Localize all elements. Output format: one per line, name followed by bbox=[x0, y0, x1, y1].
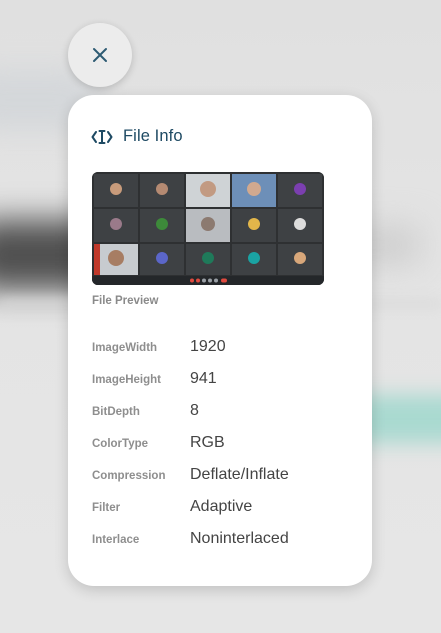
panel-header: File Info bbox=[91, 127, 183, 146]
info-value: Deflate/Inflate bbox=[190, 466, 289, 483]
panel-title: File Info bbox=[123, 127, 183, 145]
info-value: Noninterlaced bbox=[190, 530, 289, 547]
close-button[interactable] bbox=[68, 23, 132, 87]
info-row-image-height: ImageHeight 941 bbox=[92, 363, 352, 395]
info-key: Compression bbox=[92, 470, 166, 482]
info-value: 1920 bbox=[190, 338, 226, 355]
info-row-compression: Compression Deflate/Inflate bbox=[92, 459, 352, 491]
info-key: ImageHeight bbox=[92, 374, 162, 386]
file-info-panel: File Info File Preview ImageWidth 1920 I… bbox=[68, 95, 372, 586]
info-value: 8 bbox=[190, 402, 199, 419]
file-info-list: ImageWidth 1920 ImageHeight 941 BitDepth… bbox=[92, 331, 352, 555]
preview-label: File Preview bbox=[92, 295, 159, 307]
close-icon bbox=[93, 48, 107, 62]
info-key: BitDepth bbox=[92, 406, 140, 418]
file-preview-image[interactable] bbox=[92, 172, 324, 285]
info-value: 941 bbox=[190, 370, 217, 387]
info-value: RGB bbox=[190, 434, 225, 451]
code-cursor-icon bbox=[91, 129, 113, 144]
info-key: ColorType bbox=[92, 438, 149, 450]
info-key: ImageWidth bbox=[92, 342, 158, 354]
info-row-image-width: ImageWidth 1920 bbox=[92, 331, 352, 363]
info-row-interlace: Interlace Noninterlaced bbox=[92, 523, 352, 555]
info-row-color-type: ColorType RGB bbox=[92, 427, 352, 459]
preview-thumbnail bbox=[92, 172, 324, 285]
info-value: Adaptive bbox=[190, 498, 253, 515]
info-key: Filter bbox=[92, 502, 121, 514]
info-row-filter: Filter Adaptive bbox=[92, 491, 352, 523]
info-key: Interlace bbox=[92, 534, 140, 546]
info-row-bit-depth: BitDepth 8 bbox=[92, 395, 352, 427]
